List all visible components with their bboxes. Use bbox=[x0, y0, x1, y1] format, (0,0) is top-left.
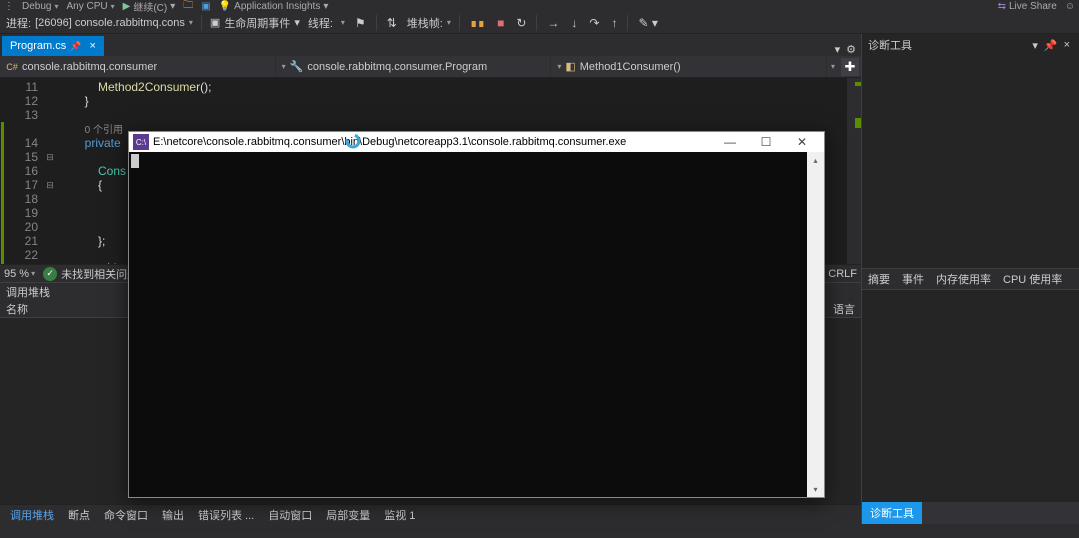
method-icon: ◧ bbox=[565, 60, 575, 73]
bottom-tab-0[interactable]: 调用堆栈 bbox=[4, 505, 60, 525]
continue-button[interactable]: ▶ 继续(C) ▾ bbox=[123, 0, 176, 14]
diag-subtab-0[interactable]: 摘要 bbox=[862, 269, 896, 289]
csharp-project-icon: C# bbox=[6, 61, 18, 73]
menu-sep: ⋮ bbox=[4, 1, 14, 12]
feedback-icon[interactable]: ☺ bbox=[1065, 1, 1075, 12]
stackframe-dropdown[interactable]: 堆栈帧: ▾ bbox=[407, 15, 451, 31]
no-issues-indicator[interactable]: ✓未找到相关问题 bbox=[43, 266, 138, 282]
debug-config-dropdown[interactable]: Debug ▾ bbox=[22, 1, 58, 12]
callstack-title: 调用堆栈 bbox=[6, 284, 50, 300]
step-over-button[interactable]: ↷ bbox=[587, 16, 601, 30]
fold-column[interactable]: ⊟⊟ bbox=[42, 78, 58, 264]
console-window[interactable]: C:\ E:\netcore\console.rabbitmq.consumer… bbox=[128, 131, 825, 498]
change-margin bbox=[0, 78, 6, 264]
diagnostics-title: 诊断工具 bbox=[868, 37, 912, 53]
stop-button[interactable]: ■ bbox=[495, 16, 506, 30]
debug-toolbar: 进程: [26096] console.rabbitmq.cons ▾ ▣ 生命… bbox=[0, 12, 1079, 34]
split-editor-button[interactable]: ✚ bbox=[841, 58, 859, 76]
folder-icon[interactable]: 🗀 bbox=[183, 0, 193, 15]
navigation-bar: C#console.rabbitmq.consumer ▾ 🔧console.r… bbox=[0, 56, 861, 78]
diag-subtab-1[interactable]: 事件 bbox=[896, 269, 930, 289]
console-titlebar[interactable]: C:\ E:\netcore\console.rabbitmq.consumer… bbox=[129, 132, 824, 152]
liveshare-button[interactable]: ⇆ Live Share bbox=[998, 1, 1057, 12]
screenshot-icon[interactable]: ▣ bbox=[201, 1, 210, 12]
panel-close-icon[interactable]: × bbox=[1061, 39, 1073, 51]
nav-class[interactable]: ▾ 🔧console.rabbitmq.consumer.Program bbox=[276, 56, 552, 77]
console-title: E:\netcore\console.rabbitmq.consumer\bin… bbox=[153, 136, 712, 148]
scroll-up[interactable]: ▴ bbox=[807, 152, 824, 168]
check-icon: ✓ bbox=[43, 267, 57, 281]
process-dropdown[interactable]: 进程: [26096] console.rabbitmq.cons ▾ bbox=[6, 15, 193, 31]
line-ending-indicator[interactable]: CRLF bbox=[828, 268, 857, 280]
diag-subtab-3[interactable]: CPU 使用率 bbox=[997, 269, 1068, 289]
restart-button[interactable]: ↻ bbox=[514, 16, 528, 30]
step-into-button[interactable]: ↓ bbox=[569, 16, 579, 30]
maximize-button[interactable]: ☐ bbox=[748, 133, 784, 151]
show-next-statement-icon[interactable]: → bbox=[545, 16, 561, 30]
bottom-tab-3[interactable]: 输出 bbox=[156, 505, 190, 525]
console-caret bbox=[131, 154, 139, 168]
tab-dropdown-icon[interactable]: ▾ bbox=[832, 43, 844, 56]
panel-pin-icon[interactable]: 📌 bbox=[1041, 39, 1061, 52]
diag-subtab-2[interactable]: 内存使用率 bbox=[930, 269, 997, 289]
lifecycle-events-dropdown[interactable]: ▣ 生命周期事件 ▾ bbox=[210, 15, 300, 31]
close-button[interactable]: ✕ bbox=[784, 133, 820, 151]
nav-method[interactable]: ▾ ◧Method1Consumer() bbox=[551, 56, 827, 77]
console-scrollbar[interactable]: ▴ ▾ bbox=[807, 152, 824, 497]
nav-project[interactable]: C#console.rabbitmq.consumer bbox=[0, 56, 276, 77]
stackframe-icon[interactable]: ⇅ bbox=[385, 16, 399, 30]
nav-caret[interactable]: ▾ bbox=[827, 62, 839, 71]
tab-program-cs[interactable]: Program.cs 📌 × bbox=[2, 36, 104, 56]
bottom-tab-7[interactable]: 监视 1 bbox=[378, 505, 421, 525]
thread-flag-icon[interactable]: ⚑ bbox=[353, 16, 368, 30]
line-numbers: 1112131415161718192021222324252627282930… bbox=[6, 78, 42, 264]
diagnostics-window-tab[interactable]: 诊断工具 bbox=[862, 502, 922, 524]
diagnostics-header: 诊断工具 ▾ 📌 × bbox=[862, 34, 1079, 56]
bottom-tab-2[interactable]: 命令窗口 bbox=[98, 505, 154, 525]
zoom-dropdown[interactable]: 95 % ▾ bbox=[4, 268, 35, 280]
console-app-icon: C:\ bbox=[133, 134, 149, 150]
scroll-down[interactable]: ▾ bbox=[807, 481, 824, 497]
bottom-tool-tabs: 调用堆栈断点命令窗口输出错误列表 ...自动窗口局部变量监视 1 bbox=[0, 504, 861, 524]
diagnostics-panel: 诊断工具 ▾ 📌 × 摘要事件内存使用率CPU 使用率 诊断工具 bbox=[861, 34, 1079, 524]
tab-settings-icon[interactable]: ⚙ bbox=[843, 43, 859, 56]
minimize-button[interactable]: — bbox=[712, 133, 748, 151]
diagnostics-charts bbox=[862, 56, 1079, 268]
bottom-tab-5[interactable]: 自动窗口 bbox=[262, 505, 318, 525]
bottom-tab-4[interactable]: 错误列表 ... bbox=[192, 505, 260, 525]
pause-button[interactable]: ∎∎ bbox=[468, 16, 487, 30]
bottom-tab-6[interactable]: 局部变量 bbox=[320, 505, 376, 525]
step-out-button[interactable]: ↑ bbox=[609, 16, 619, 30]
console-output[interactable]: ▴ ▾ bbox=[129, 152, 824, 497]
thread-dropdown[interactable]: 线程: ▾ bbox=[308, 15, 345, 31]
menubar: ⋮ Debug ▾ Any CPU ▾ ▶ 继续(C) ▾ 🗀 ▣ 💡 Appl… bbox=[0, 0, 1079, 12]
tab-label: Program.cs bbox=[10, 40, 66, 52]
platform-dropdown[interactable]: Any CPU ▾ bbox=[66, 1, 114, 12]
document-tabs: Program.cs 📌 × ▾ ⚙ bbox=[0, 34, 861, 56]
diagnostics-window-tab-strip: 诊断工具 bbox=[862, 502, 1079, 524]
class-icon: 🔧 bbox=[290, 60, 304, 73]
diagnostics-detail bbox=[862, 290, 1079, 502]
panel-dropdown-icon[interactable]: ▾ bbox=[1029, 39, 1041, 52]
pin-icon[interactable]: 📌 bbox=[70, 41, 81, 52]
editor-scrollbar[interactable] bbox=[847, 78, 861, 264]
close-icon[interactable]: × bbox=[89, 40, 95, 52]
diagnostics-subtabs: 摘要事件内存使用率CPU 使用率 bbox=[862, 268, 1079, 290]
tools-dropdown[interactable]: ✎ ▾ bbox=[636, 16, 659, 30]
bottom-tab-1[interactable]: 断点 bbox=[62, 505, 96, 525]
app-insights-dropdown[interactable]: 💡 Application Insights ▾ bbox=[219, 1, 329, 12]
col-language[interactable]: 语言 bbox=[833, 301, 855, 317]
